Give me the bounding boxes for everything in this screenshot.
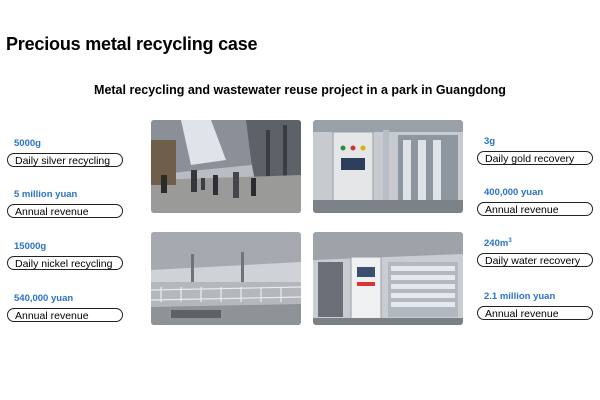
stat-daily-nickel: 15000g Daily nickel recycling: [7, 240, 127, 270]
stat-annual-revenue-gold: 400,000 yuan Annual revenue: [477, 186, 597, 216]
stat-label: Daily water recovery: [477, 253, 593, 267]
stat-value: 400,000 yuan: [484, 187, 544, 198]
factory-walkway-photo: [151, 120, 301, 213]
stat-label: Annual revenue: [7, 308, 123, 322]
stat-value: 3g: [484, 136, 496, 147]
stat-daily-water: 240m3 Daily water recovery: [477, 237, 597, 267]
stat-label: Daily nickel recycling: [7, 256, 123, 270]
stat-annual-revenue-water: 2.1 million yuan Annual revenue: [477, 290, 597, 320]
treatment-tanks-photo: [151, 232, 301, 325]
stat-value-text: 240m: [484, 238, 509, 249]
stat-label: Annual revenue: [7, 204, 123, 218]
stat-value: 540,000 yuan: [14, 293, 74, 304]
stat-label: Daily silver recycling: [7, 153, 123, 167]
page-title: Precious metal recycling case: [6, 34, 258, 54]
stat-daily-gold: 3g Daily gold recovery: [477, 135, 597, 165]
membrane-equipment-photo: [313, 232, 463, 325]
stat-label: Annual revenue: [477, 202, 593, 216]
stat-annual-revenue-nickel: 540,000 yuan Annual revenue: [7, 292, 127, 322]
stat-daily-silver: 5000g Daily silver recycling: [7, 137, 127, 167]
stat-value: 2.1 million yuan: [484, 291, 556, 302]
stat-value: 15000g: [14, 241, 47, 252]
control-cabinet-photo: [313, 120, 463, 213]
stat-annual-revenue-silver: 5 million yuan Annual revenue: [7, 188, 127, 218]
stat-value: 240m3: [484, 237, 597, 251]
stat-value: 5 million yuan: [14, 189, 78, 200]
stat-value-superscript: 3: [508, 237, 512, 244]
stat-label: Annual revenue: [477, 306, 593, 320]
stat-value: 5000g: [14, 138, 41, 149]
stat-label: Daily gold recovery: [477, 151, 593, 165]
project-subtitle: Metal recycling and wastewater reuse pro…: [94, 83, 506, 97]
